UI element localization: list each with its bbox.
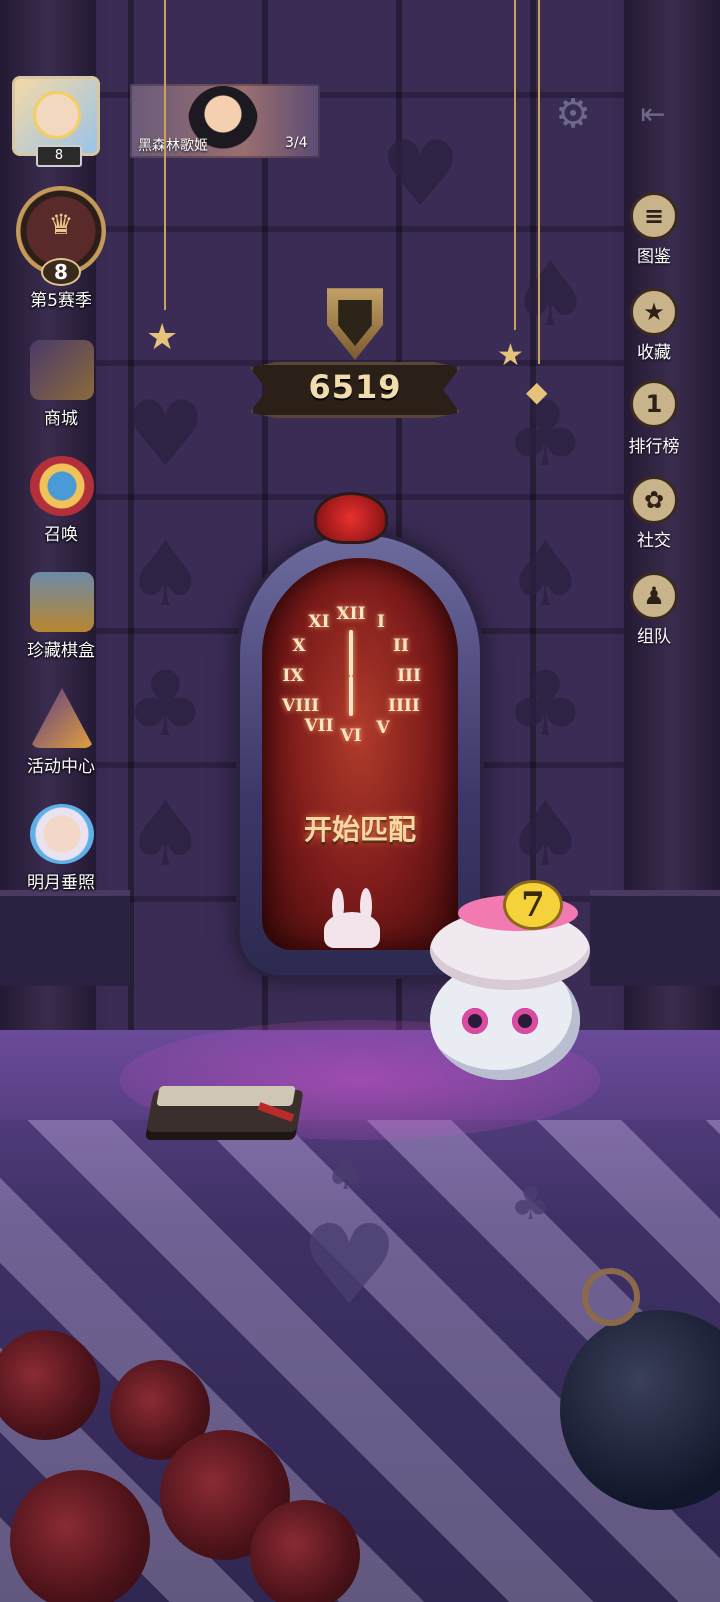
pet-number-badge: 7 bbox=[503, 880, 563, 930]
clock-numeral: III bbox=[397, 666, 421, 686]
clock-numeral: VII bbox=[304, 716, 334, 736]
leaderboard-icon[interactable]: 1 bbox=[630, 380, 678, 428]
club-floor-decoration: ♣ bbox=[510, 1176, 552, 1230]
right-menu-leaderboard-label[interactable]: 排行榜 bbox=[614, 432, 694, 457]
chess-box-icon[interactable] bbox=[30, 572, 94, 632]
club-decoration: ♣ bbox=[505, 652, 586, 757]
right-menu-team-label[interactable]: 组队 bbox=[614, 622, 694, 647]
clock-numeral: I bbox=[377, 612, 385, 632]
hanging-star-icon: ★ bbox=[146, 317, 179, 358]
spade-decoration: ♠ bbox=[505, 782, 586, 887]
bunny-head bbox=[324, 912, 380, 948]
clock-minute-hand bbox=[349, 676, 353, 716]
season-label: 第5赛季 bbox=[30, 291, 92, 311]
left-menu-chess-box-label[interactable]: 珍藏棋盒 bbox=[6, 636, 116, 661]
hanging-rope bbox=[538, 0, 540, 364]
clock-hour-hand bbox=[349, 630, 353, 676]
mission-progress: 3/4 bbox=[285, 135, 308, 151]
social-icon[interactable]: ✿ bbox=[630, 476, 678, 524]
season-number: 8 bbox=[41, 258, 81, 286]
book-icon[interactable]: ≡ bbox=[630, 192, 678, 240]
trophy-score: 6519 bbox=[308, 368, 402, 406]
heart-decoration: ♥ bbox=[380, 122, 461, 227]
pet-eye bbox=[462, 1008, 488, 1034]
clock-numeral: V bbox=[376, 718, 390, 738]
left-pillar-base bbox=[0, 890, 130, 986]
book-pages bbox=[156, 1086, 296, 1106]
right-menu-social-label[interactable]: 社交 bbox=[614, 526, 694, 551]
crown-icon: ♛ bbox=[48, 208, 74, 241]
spade-floor-decoration: ♠ bbox=[325, 1146, 367, 1200]
right-menu-book-label[interactable]: 图鉴 bbox=[614, 242, 694, 267]
bunny-decoration bbox=[324, 888, 380, 948]
clock-numeral: XI bbox=[308, 612, 330, 632]
heart-decoration: ♥ bbox=[125, 382, 206, 487]
exit-icon[interactable]: ⇤ bbox=[636, 96, 670, 134]
spade-decoration: ♠ bbox=[505, 522, 586, 627]
left-menu-moon-event-label[interactable]: 明月垂照 bbox=[6, 868, 116, 893]
left-menu-event-center-label[interactable]: 活动中心 bbox=[6, 752, 116, 777]
clock-numeral: IIII bbox=[388, 696, 420, 716]
clock-numeral: X bbox=[292, 636, 306, 656]
clock-numeral: IX bbox=[282, 666, 304, 686]
clock-numeral: VIII bbox=[282, 696, 320, 716]
spade-decoration: ♠ bbox=[125, 522, 206, 627]
hanging-rope bbox=[514, 0, 516, 330]
clock-numeral: II bbox=[393, 636, 409, 656]
moon-event-icon[interactable] bbox=[30, 804, 94, 864]
start-match-label[interactable]: 开始匹配 bbox=[262, 808, 458, 848]
right-pillar-base bbox=[590, 890, 720, 986]
club-decoration: ♣ bbox=[125, 652, 206, 757]
left-menu-shop-label[interactable]: 商城 bbox=[6, 404, 116, 429]
magnifier-decoration bbox=[582, 1268, 640, 1326]
settings-gear-icon[interactable]: ⚙ bbox=[553, 94, 593, 134]
hanging-star-icon: ★ bbox=[497, 338, 524, 373]
collection-icon[interactable]: ★ bbox=[630, 288, 678, 336]
heart-floor-decoration: ♥ bbox=[300, 1201, 399, 1329]
spade-decoration: ♠ bbox=[125, 782, 206, 887]
clock-numeral: XII bbox=[336, 604, 366, 624]
player-level-badge: 8 bbox=[36, 145, 82, 167]
spade-decoration: ♠ bbox=[510, 242, 591, 347]
clock-numeral: VI bbox=[340, 726, 362, 746]
hanging-diamond-icon: ◆ bbox=[526, 375, 548, 408]
right-menu-collection-label[interactable]: 收藏 bbox=[614, 338, 694, 363]
shop-icon[interactable] bbox=[30, 340, 94, 400]
rose-decoration bbox=[250, 1500, 360, 1602]
summon-icon[interactable] bbox=[30, 456, 94, 516]
avatar-portrait bbox=[33, 91, 81, 139]
player-avatar[interactable] bbox=[12, 76, 100, 156]
team-icon[interactable]: ♟ bbox=[630, 572, 678, 620]
rose-decoration bbox=[10, 1470, 150, 1602]
ruby-crown-icon bbox=[314, 492, 388, 544]
pet-eye bbox=[512, 1008, 538, 1034]
mission-title: 黑森林歌姬 bbox=[138, 138, 208, 154]
left-menu-summon-label[interactable]: 召唤 bbox=[6, 520, 116, 545]
hanging-rope bbox=[164, 0, 166, 310]
